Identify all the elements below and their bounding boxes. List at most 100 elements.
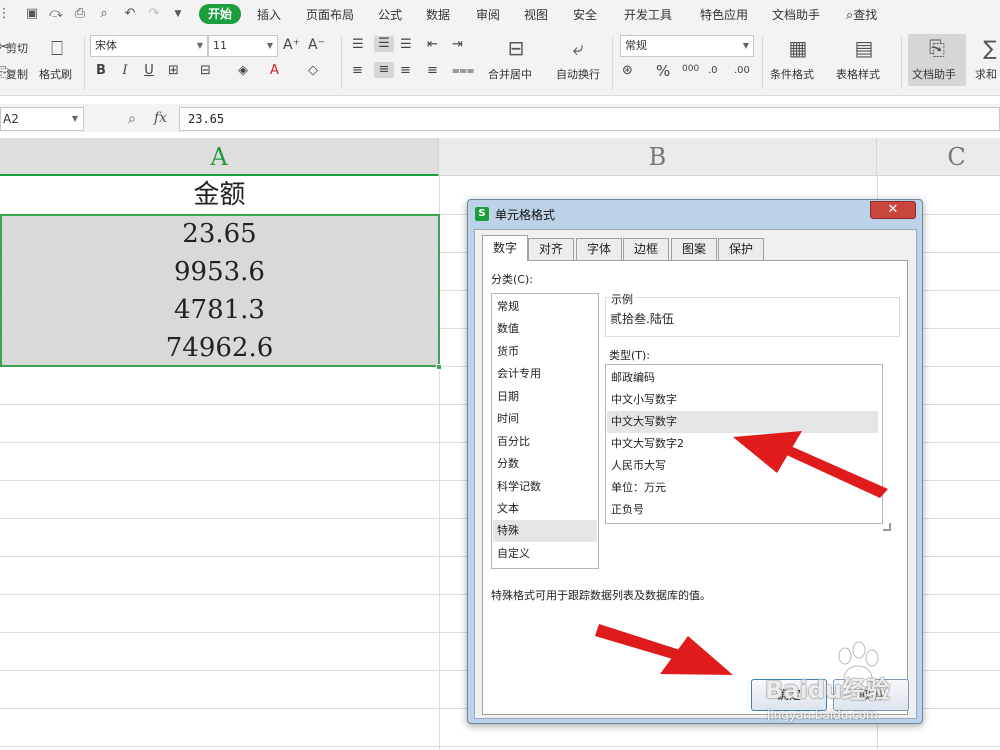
percent-button[interactable]: % [656,63,670,79]
decrease-decimal-icon[interactable]: .00 [734,63,750,79]
list-item-selected[interactable]: 特殊 [493,520,597,542]
print-preview-icon[interactable]: ⌕ [96,6,112,22]
border-icon[interactable]: ⊞ [168,63,179,79]
tab-font[interactable]: 字体 [576,238,622,260]
tab-pattern[interactable]: 图案 [671,238,717,260]
merge-style-icon[interactable]: ⊟ [200,63,211,79]
tab-data[interactable]: 数据 [426,6,450,24]
dropdown-icon[interactable]: ▼ [170,6,186,22]
tab-formulas[interactable]: 公式 [378,6,402,24]
undo-icon[interactable]: ↶ [122,6,138,22]
sum-icon[interactable]: ∑ [978,36,1000,60]
font-grow-button[interactable]: A⁺ [283,37,300,53]
align-bottom-icon[interactable]: ☰ [400,37,412,53]
column-header-b[interactable]: B [439,138,877,176]
ok-button[interactable]: 确定 [751,679,827,711]
indent-decrease-icon[interactable]: ⇤ [427,37,438,53]
tab-page-layout[interactable]: 页面布局 [306,6,354,24]
save-icon[interactable]: ▣ [24,6,40,22]
cut-button[interactable]: 剪切 [6,40,28,56]
format-painter-button[interactable]: 格式刷 [39,66,72,82]
fill-handle[interactable] [436,364,442,370]
category-list[interactable]: 常规 数值 货币 会计专用 日期 时间 百分比 分数 科学记数 文本 特殊 自定… [491,293,599,569]
merge-center-icon[interactable]: ⊟ [504,36,528,60]
name-box[interactable]: A2 ▼ [0,107,84,131]
print-icon[interactable]: ⎙ [72,6,88,22]
list-item[interactable]: 会计专用 [493,363,597,385]
fx-icon[interactable]: fx [154,110,167,126]
wrap-text-icon[interactable]: ⤶ [566,36,590,60]
cancel-button[interactable]: 取消 [833,679,909,711]
copy-button[interactable]: 复制 [6,66,28,82]
tab-doc-assistant[interactable]: 文档助手 [772,6,820,24]
align-center-icon[interactable]: ≡ [374,62,394,78]
font-color-icon[interactable]: A [270,63,279,79]
underline-button[interactable]: U [142,63,156,79]
increase-decimal-icon[interactable]: .0 [708,63,718,79]
list-item[interactable]: 数值 [493,318,597,340]
format-painter-icon[interactable]: ⤼ [48,6,64,22]
indent-increase-icon[interactable]: ⇥ [452,37,463,53]
conditional-format-button[interactable]: 条件格式 [770,66,814,82]
list-item[interactable]: 中文小写数字 [607,389,878,411]
list-item[interactable]: 文本 [493,498,597,520]
list-item[interactable]: 常规 [493,296,597,318]
tab-developer[interactable]: 开发工具 [624,6,672,24]
format-painter-big-icon[interactable]: ⎕ [45,36,69,60]
font-size-select[interactable]: 11 ▼ [208,35,278,57]
bold-button[interactable]: B [94,63,108,79]
table-style-icon[interactable]: ▤ [852,36,876,60]
table-style-button[interactable]: 表格样式 [836,66,880,82]
redo-icon[interactable]: ↷ [146,6,162,22]
sum-button[interactable]: 求和 [975,66,997,82]
align-top-icon[interactable]: ☰ [352,37,364,53]
list-item[interactable]: 分数 [493,453,597,475]
tab-security[interactable]: 安全 [573,6,597,24]
formula-input[interactable]: 23.65 [179,107,1000,131]
fill-color-icon[interactable]: ◈ [238,63,248,79]
tab-number[interactable]: 数字 [482,235,528,261]
menu-icon[interactable]: ⋮ [0,6,12,22]
column-header-a[interactable]: A [0,138,439,176]
thousands-button[interactable]: 000 [682,61,699,77]
tab-border[interactable]: 边框 [623,238,669,260]
list-item[interactable]: 时间 [493,408,597,430]
wrap-text-button[interactable]: 自动换行 [556,66,600,82]
list-item[interactable]: 百分比 [493,431,597,453]
justify-icon[interactable]: ≡ [427,63,438,79]
italic-button[interactable]: I [118,63,132,79]
doc-assistant-button[interactable]: ⎘ 文档助手 [908,34,966,86]
list-item-selected[interactable]: 中文大写数字 [607,411,878,433]
distributed-icon[interactable]: ⩶ [452,63,474,79]
tab-view[interactable]: 视图 [524,6,548,24]
cell-a1[interactable]: 金额 [0,176,439,214]
font-shrink-button[interactable]: A⁻ [308,37,325,53]
tab-protection[interactable]: 保护 [718,238,764,260]
currency-icon[interactable]: ⊛ [622,63,633,79]
conditional-format-icon[interactable]: ▦ [786,36,810,60]
number-format-select[interactable]: 常规 ▼ [620,35,754,57]
zoom-icon[interactable]: ⌕ [128,111,136,127]
list-item[interactable]: 货币 [493,341,597,363]
font-name-select[interactable]: 宋体 ▼ [90,35,208,57]
align-middle-icon[interactable]: ☰ [374,36,394,52]
list-item[interactable]: 中文大写数字2 [607,433,878,455]
close-button[interactable]: ✕ [870,201,916,219]
tab-insert[interactable]: 插入 [257,6,281,24]
merge-center-button[interactable]: 合并居中 [488,66,532,82]
list-item[interactable]: 邮政编码 [607,367,878,389]
list-item[interactable]: 科学记数 [493,476,597,498]
tab-alignment[interactable]: 对齐 [528,238,574,260]
align-left-icon[interactable]: ≡ [352,63,363,79]
tab-features[interactable]: 特色应用 [700,6,748,24]
list-item[interactable]: 单位：万元 [607,477,878,499]
tab-home[interactable]: 开始 [199,4,241,24]
type-list[interactable]: 邮政编码 中文小写数字 中文大写数字 中文大写数字2 人民币大写 单位：万元 正… [605,364,883,524]
list-item[interactable]: 正负号 [607,499,878,521]
list-item[interactable]: 日期 [493,386,597,408]
clear-format-icon[interactable]: ◇ [308,63,318,79]
column-header-c[interactable]: C [877,138,1000,176]
list-item[interactable]: 人民币大写 [607,455,878,477]
align-right-icon[interactable]: ≡ [400,63,411,79]
tab-review[interactable]: 审阅 [476,6,500,24]
